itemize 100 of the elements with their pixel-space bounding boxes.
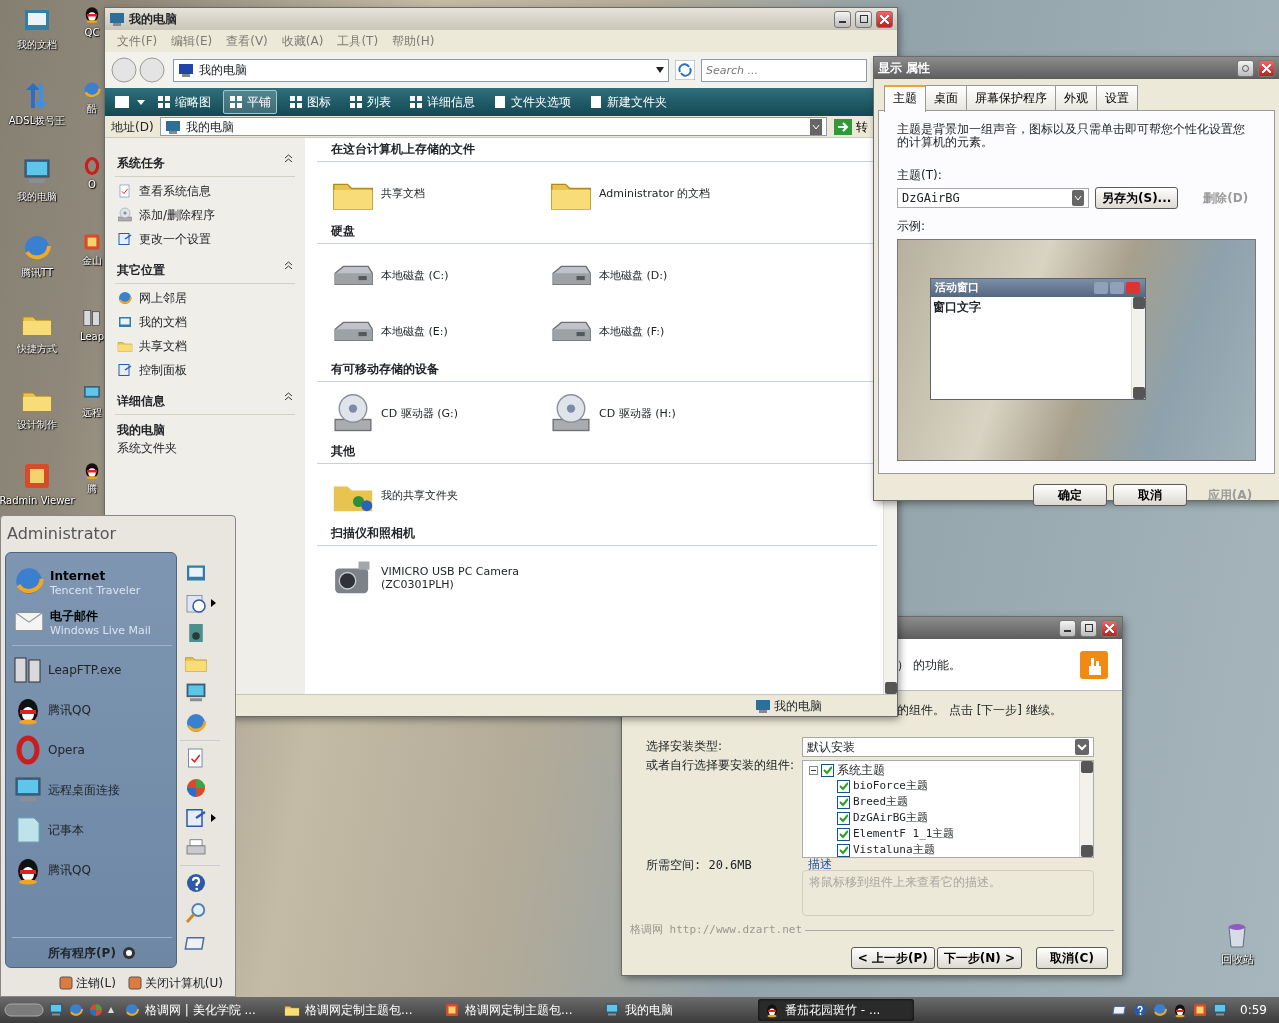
tab[interactable]: 设置	[1096, 85, 1138, 110]
tree-item[interactable]: DzGAirBG主题	[853, 809, 928, 827]
tab[interactable]: 桌面	[925, 85, 967, 110]
theme-button[interactable]: 另存为(S)...	[1095, 187, 1179, 210]
tree-item[interactable]: bioForce主题	[853, 777, 928, 795]
tree-checkbox[interactable]	[837, 827, 850, 841]
close-button[interactable]	[1101, 619, 1118, 637]
taskbar-button[interactable]: 格调网定制主题包...	[438, 999, 594, 1021]
tree-checkbox[interactable]	[837, 843, 850, 857]
all-programs-button[interactable]: 所有程序(P)	[48, 943, 116, 962]
dialog-button[interactable]: 确定	[1033, 484, 1107, 507]
cd-drive-icon[interactable]	[117, 207, 133, 223]
footer-button[interactable]: 关闭计算机(U)	[144, 974, 223, 992]
globe-icon[interactable]	[68, 1002, 84, 1018]
program-item[interactable]: 腾讯QQ	[48, 701, 91, 719]
item-label[interactable]: CD 驱动器 (H:)	[599, 407, 676, 421]
tree-item[interactable]: Breed主题	[853, 793, 909, 811]
task-link[interactable]: 更改一个设置	[139, 230, 211, 248]
maximize-button[interactable]	[855, 10, 872, 28]
close-button[interactable]	[876, 10, 893, 28]
desktop-icon-label[interactable]: 腾讯TT	[20, 267, 53, 278]
view-button[interactable]: 平铺	[223, 90, 277, 114]
search-icon[interactable]	[183, 901, 208, 925]
control-panel-icon[interactable]	[117, 362, 133, 378]
tree-checkbox[interactable]	[837, 779, 850, 793]
taskbar-button[interactable]: 格调网定制主题包...	[278, 999, 434, 1021]
maximize-button[interactable]	[1080, 619, 1097, 637]
program-item[interactable]: 腾讯QQ	[48, 861, 91, 879]
task-link[interactable]: 我的文档	[139, 313, 187, 331]
wizard-button[interactable]: 取消(C)	[1036, 946, 1108, 969]
minimize-button[interactable]	[834, 10, 851, 28]
tree-item[interactable]: 系统主题	[837, 761, 885, 779]
toolbar-button[interactable]: 新建文件夹	[583, 90, 673, 114]
tab[interactable]: 主题	[884, 85, 926, 112]
item-label[interactable]: 本地磁盘 (E:)	[381, 325, 448, 339]
menu-item[interactable]: 工具(T)	[337, 32, 379, 50]
footer-button[interactable]: 注销(L)	[75, 974, 116, 992]
desktop-icon-label[interactable]: Radmin Viewer	[0, 495, 75, 506]
view-button[interactable]: 详细信息	[403, 90, 481, 114]
program-item[interactable]: Opera	[48, 741, 85, 759]
address-breadcrumb[interactable]: 我的电脑	[173, 58, 669, 82]
item-label[interactable]: Administrator 的文档	[599, 187, 711, 201]
item-label[interactable]: CD 驱动器 (G:)	[381, 407, 458, 421]
colored-disc-icon[interactable]	[88, 1002, 104, 1018]
view-button[interactable]: 图标	[283, 90, 337, 114]
menu-item[interactable]: 查看(V)	[226, 32, 268, 50]
taskbar-button[interactable]: 我的电脑	[598, 999, 754, 1021]
desktop-icon-label[interactable]: QC	[84, 27, 100, 38]
task-link[interactable]: 添加/删除程序	[139, 206, 216, 224]
wizard-button[interactable]: < 上一步(P)	[850, 946, 935, 969]
menu-item[interactable]: 编辑(E)	[171, 32, 213, 50]
tree-checkbox[interactable]	[821, 763, 834, 777]
server-icon[interactable]	[12, 654, 44, 686]
computer-icon[interactable]	[82, 384, 102, 404]
server-icon[interactable]	[82, 308, 102, 328]
go-button[interactable]: 转	[833, 116, 869, 137]
install-type-dropdown[interactable]: 默认安装	[802, 737, 1094, 757]
globe-icon[interactable]	[1152, 1002, 1169, 1018]
tree-checkbox[interactable]	[837, 811, 850, 825]
taskbar-button[interactable]: 番茄花园斑竹 - ...	[758, 999, 914, 1021]
item-label[interactable]: 本地磁盘 (C:)	[381, 269, 449, 283]
program-item[interactable]: 远程桌面连接	[48, 781, 120, 799]
help-icon[interactable]	[1132, 1002, 1149, 1018]
tree-item[interactable]: ElementF 1_1主题	[853, 825, 955, 843]
app-icon[interactable]	[1192, 1002, 1209, 1018]
view-button[interactable]: 列表	[343, 90, 397, 114]
item-label[interactable]: 我的共享文件夹	[381, 489, 458, 503]
task-link[interactable]: 控制面板	[139, 361, 187, 379]
item-label[interactable]: 本地磁盘 (D:)	[599, 269, 668, 283]
item-label[interactable]: 共享文档	[381, 187, 425, 201]
toolbar-button[interactable]: 文件夹选项	[487, 90, 577, 114]
control-panel-icon[interactable]	[117, 231, 133, 247]
program-item[interactable]: 记事本	[48, 821, 84, 839]
item-label[interactable]: VIMICRO USB PC Camera (ZC0301PLH)	[381, 564, 521, 592]
tab[interactable]: 屏幕保护程序	[966, 85, 1056, 110]
wizard-button[interactable]: 下一步(N) >	[936, 946, 1022, 969]
documents-icon[interactable]	[117, 314, 133, 330]
address-field[interactable]: 我的电脑	[159, 117, 827, 136]
scrollbar[interactable]	[1079, 761, 1093, 857]
computer-icon[interactable]	[1212, 1002, 1229, 1018]
tree-checkbox[interactable]	[837, 795, 850, 809]
item-label[interactable]: 本地磁盘 (F:)	[599, 325, 665, 339]
tree-item[interactable]: Vistaluna主题	[853, 841, 935, 859]
task-link[interactable]: 查看系统信息	[139, 182, 211, 200]
close-button[interactable]	[1258, 59, 1275, 77]
globe-icon[interactable]	[117, 290, 133, 306]
app-icon[interactable]	[82, 232, 102, 252]
menu-item[interactable]: 帮助(H)	[392, 32, 435, 50]
control-panel-icon[interactable]	[183, 806, 208, 830]
tab[interactable]: 外观	[1055, 85, 1097, 110]
minimize-button[interactable]	[1059, 619, 1076, 637]
menu-item[interactable]: 文件(F)	[117, 32, 158, 50]
taskbar-button[interactable]: 格调网 | 美化学院 ...	[118, 999, 274, 1021]
dialog-button[interactable]: 取消	[1113, 484, 1187, 507]
menu-item[interactable]: 收藏(A)	[281, 32, 324, 50]
task-link[interactable]: 网上邻居	[139, 289, 187, 307]
task-link[interactable]: 共享文档	[139, 337, 187, 355]
computer-icon[interactable]	[48, 1002, 64, 1018]
desktop-icon-label[interactable]: 我的文档	[17, 39, 57, 50]
pinned-program[interactable]: 电子邮件	[50, 606, 151, 625]
